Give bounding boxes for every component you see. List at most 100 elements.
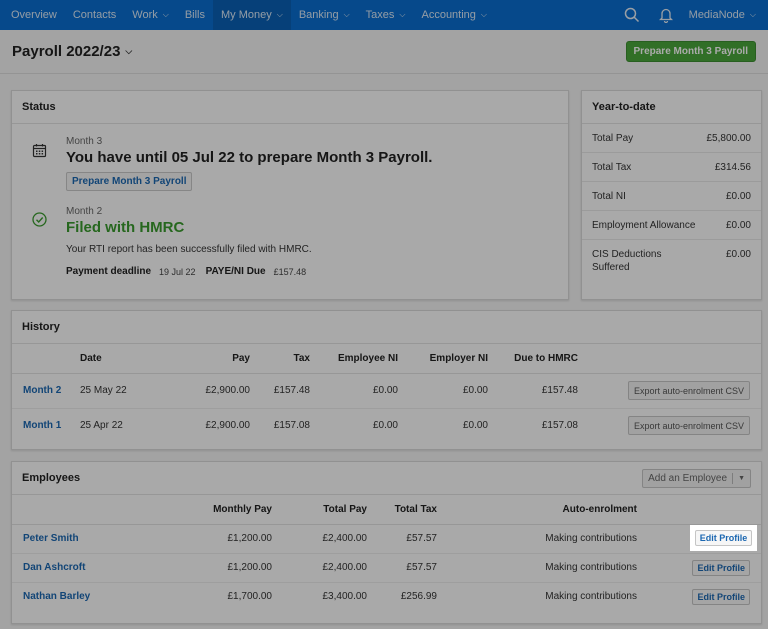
employee-row: Peter Smith £1,200.00 £2,400.00 £57.57 M…: [12, 524, 761, 554]
ytd-value: £314.56: [714, 161, 751, 173]
nav-taxes[interactable]: Taxes ⌵: [358, 0, 414, 30]
ytd-row: CIS Deductions Suffered £0.00: [582, 240, 761, 280]
bell-icon[interactable]: [649, 0, 683, 30]
history-period-link[interactable]: Month 1: [23, 420, 61, 431]
rti-message: Your RTI report has been successfully fi…: [66, 244, 312, 255]
employee-total-tax: £57.57: [367, 553, 437, 583]
employee-row: Nathan Barley £1,700.00 £3,400.00 £256.9…: [12, 582, 761, 611]
history-employer-ni: £0.00: [398, 373, 488, 409]
top-nav: Overview Contacts Work ⌵ Bills My Money ⌵ …: [0, 0, 768, 30]
employee-total-pay: £2,400.00: [272, 553, 367, 583]
ytd-row: Total NI £0.00: [582, 182, 761, 211]
nav-label: Contacts: [72, 9, 117, 21]
status-title: Status: [12, 91, 568, 124]
ytd-title: Year-to-date: [582, 91, 761, 124]
ytd-label: Total NI: [592, 190, 626, 202]
ytd-value: £0.00: [725, 190, 751, 202]
col-employer-ni: Employer NI: [398, 344, 488, 374]
employee-total-tax: £256.99: [400, 591, 437, 603]
col-total-pay: Total Pay: [272, 495, 367, 525]
current-month-label: Month 3: [66, 136, 103, 147]
nav-contacts[interactable]: Contacts: [65, 0, 124, 30]
history-title: History: [12, 311, 761, 344]
edit-profile-button[interactable]: Edit Profile: [692, 588, 750, 605]
filed-headline: Filed with HMRC: [66, 219, 185, 236]
edit-profile-button[interactable]: Edit Profile: [692, 559, 750, 576]
employee-monthly-pay: £1,200.00: [182, 524, 272, 554]
employee-auto-enrolment: Making contributions: [437, 524, 637, 554]
col-pay: Pay: [160, 344, 250, 374]
ytd-value: £0.00: [725, 249, 751, 260]
export-csv-button[interactable]: Export auto-enrolment CSV: [627, 416, 750, 436]
org-switcher[interactable]: MediaNode ⌵: [683, 9, 768, 21]
nav-overview[interactable]: Overview: [0, 0, 65, 30]
nav-label: Bills: [184, 9, 205, 21]
chevron-down-icon: ⌵: [162, 10, 169, 19]
history-pay: £2,900.00: [205, 420, 251, 432]
employee-total-tax: £57.57: [367, 524, 437, 554]
search-icon[interactable]: [615, 0, 649, 30]
payment-deadline-label: Payment deadline: [66, 266, 152, 277]
nav-label: Work: [132, 9, 158, 21]
chevron-down-icon: ⌵: [125, 46, 133, 56]
calendar-icon: [32, 143, 47, 161]
history-header-row: Date Pay Tax Employee NI Employer NI Due…: [12, 344, 761, 374]
page-header: Payroll 2022/23 ⌵ Prepare Month 3 Payrol…: [0, 30, 768, 74]
ytd-label: Employment Allowance: [592, 219, 696, 231]
edit-profile-button-highlighted[interactable]: Edit Profile: [694, 530, 753, 546]
payment-deadline-value: 19 Jul 22: [159, 266, 196, 277]
check-circle-icon: [32, 212, 47, 230]
org-name: MediaNode: [688, 9, 745, 21]
nav-bills[interactable]: Bills: [177, 0, 213, 30]
nav-my-money[interactable]: My Money ⌵: [212, 0, 291, 30]
chevron-down-icon: ⌵: [480, 10, 487, 19]
chevron-down-icon: ⌵: [749, 10, 756, 19]
history-date: 25 Apr 22: [80, 420, 123, 432]
nav-work[interactable]: Work ⌵: [124, 0, 177, 30]
page-title[interactable]: Payroll 2022/23 ⌵: [12, 43, 132, 60]
ytd-row: Employment Allowance £0.00: [582, 211, 761, 240]
history-row: Month 2 25 May 22 £2,900.00 £157.48 £0.0…: [12, 373, 761, 409]
history-employee-ni: £0.00: [372, 420, 398, 432]
col-auto-enrolment: Auto-enrolment: [437, 495, 637, 525]
chevron-down-icon: ⌵: [399, 10, 406, 19]
add-employee-button[interactable]: Add an Employee: [643, 473, 732, 484]
ytd-value: £0.00: [725, 219, 751, 231]
prepare-payroll-button[interactable]: Prepare Month 3 Payroll: [625, 41, 756, 62]
previous-month-status: Month 2 Filed with HMRC Your RTI report …: [66, 206, 316, 277]
col-tax: Tax: [250, 344, 310, 374]
nav-banking[interactable]: Banking ⌵: [291, 0, 358, 30]
prepare-payroll-inline-button[interactable]: Prepare Month 3 Payroll: [66, 172, 193, 191]
col-date: Date: [80, 344, 160, 374]
dropdown-caret-icon[interactable]: ▼: [733, 475, 750, 482]
employee-name-link[interactable]: Nathan Barley: [23, 591, 90, 602]
history-employer-ni: £0.00: [462, 420, 488, 432]
status-panel: Status Month 3 You have until 05 Jul 22 …: [11, 90, 569, 300]
current-month-status: Month 3 You have until 05 Jul 22 to prep…: [66, 136, 432, 191]
col-due-hmrc: Due to HMRC: [488, 344, 578, 374]
history-row: Month 1 25 Apr 22 £2,900.00 £157.08 £0.0…: [12, 408, 761, 443]
history-tax: £157.08: [273, 420, 310, 432]
history-employee-ni: £0.00: [310, 373, 398, 409]
employee-name-link[interactable]: Dan Ashcroft: [23, 562, 85, 573]
ytd-row: Total Pay £5,800.00: [582, 124, 761, 153]
nav-label: Banking: [298, 9, 339, 21]
ytd-panel: Year-to-date Total Pay £5,800.00 Total Ta…: [581, 90, 762, 300]
paye-value: £157.48: [273, 266, 307, 277]
page-title-text: Payroll 2022/23: [12, 43, 121, 60]
employees-panel: Employees Add an Employee ▼ Monthly Pay …: [11, 461, 762, 624]
nav-label: My Money: [220, 9, 272, 21]
ytd-label: Total Tax: [592, 161, 632, 173]
employee-name-link[interactable]: Peter Smith: [23, 533, 79, 544]
nav-right: MediaNode ⌵: [615, 0, 768, 30]
nav-label: Overview: [11, 9, 57, 21]
highlight-spotlight: Edit Profile: [690, 525, 757, 551]
history-panel: History Date Pay Tax Employee NI Employe…: [11, 310, 762, 450]
previous-month-label: Month 2: [66, 206, 103, 217]
ytd-label: Total Pay: [592, 132, 634, 144]
nav-accounting[interactable]: Accounting ⌵: [413, 0, 495, 30]
export-csv-button[interactable]: Export auto-enrolment CSV: [627, 381, 750, 400]
col-total-tax: Total Tax: [367, 495, 437, 525]
history-period-link[interactable]: Month 2: [23, 385, 61, 396]
history-tax: £157.48: [250, 373, 310, 409]
